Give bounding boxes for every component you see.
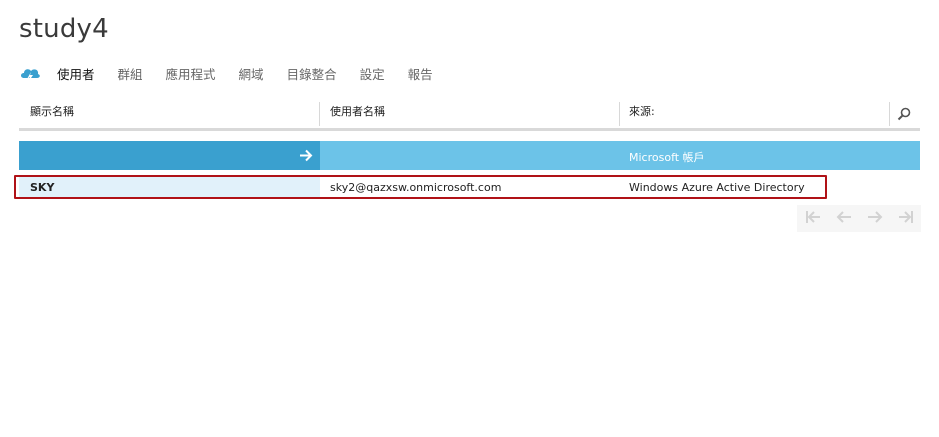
nav-domains[interactable]: 網域 [239,64,264,83]
nav-users[interactable]: 使用者 [57,64,95,83]
column-header-source[interactable]: 來源: [629,103,655,129]
nav-directory-integration[interactable]: 目錄整合 [287,64,337,83]
column-divider [319,102,320,126]
table-row[interactable]: SKY sky2@qazxsw.onmicrosoft.com Windows … [19,176,825,198]
selected-row-source: Microsoft 帳戶 [629,151,705,164]
column-header-display-name[interactable]: 顯示名稱 [30,103,74,129]
search-icon [897,106,911,125]
cell-source: Windows Azure Active Directory [629,181,805,194]
nav-reports[interactable]: 報告 [408,64,433,83]
nav-configure[interactable]: 設定 [360,64,385,83]
search-button[interactable] [890,104,918,127]
column-divider [619,102,620,126]
top-nav: 使用者 群組 應用程式 網域 目錄整合 設定 報告 [19,64,456,82]
last-page-icon [898,209,914,228]
cell-display-name[interactable]: SKY [30,181,54,194]
row-name-highlight [19,176,320,198]
prev-page-icon [836,209,852,228]
first-page-button[interactable] [797,205,828,232]
arrow-right-icon[interactable] [298,148,314,163]
next-page-icon [867,209,883,228]
azure-cloud-icon [19,65,41,81]
column-header-user-name[interactable]: 使用者名稱 [330,103,385,129]
header-divider [19,128,920,131]
page-title: study4 [19,14,109,44]
last-page-button[interactable] [890,205,921,232]
selected-row-name-cell[interactable] [19,141,320,170]
selected-row-detail[interactable]: Microsoft 帳戶 [320,141,920,170]
nav-groups[interactable]: 群組 [118,64,143,83]
nav-applications[interactable]: 應用程式 [166,64,216,83]
prev-page-button[interactable] [828,205,859,232]
selected-row[interactable]: Microsoft 帳戶 [19,141,920,170]
next-page-button[interactable] [859,205,890,232]
pagination [797,205,921,232]
cell-user-name: sky2@qazxsw.onmicrosoft.com [330,181,502,194]
first-page-icon [805,209,821,228]
